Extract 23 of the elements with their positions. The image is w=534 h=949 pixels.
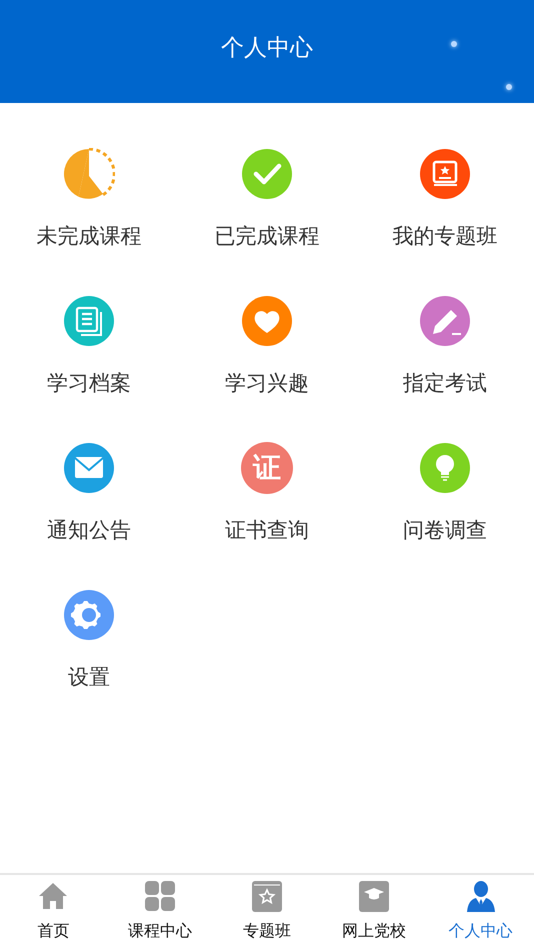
- person-icon: [464, 880, 497, 913]
- tab[interactable]: 个人中心: [427, 875, 534, 949]
- tab[interactable]: 专题班: [214, 875, 320, 949]
- book-icon: [250, 880, 283, 913]
- grid-icon: [144, 880, 176, 913]
- page-title: 个人中心: [221, 34, 313, 63]
- menu-item[interactable]: 设置: [68, 663, 110, 691]
- menu-item[interactable]: 学习档案: [47, 369, 131, 397]
- menu-item[interactable]: 我的专题班: [392, 222, 498, 250]
- sparkle-dot: [451, 41, 457, 47]
- menu-item[interactable]: 学习兴趣: [225, 369, 309, 397]
- tab[interactable]: 网上党校: [320, 875, 428, 949]
- tab[interactable]: 课程中心: [106, 875, 214, 949]
- sparkle-dot: [506, 84, 512, 90]
- menu-item[interactable]: 指定考试: [403, 369, 487, 397]
- menu-item[interactable]: 已完成课程: [214, 222, 320, 250]
- menu-item[interactable]: 通知公告: [47, 516, 131, 544]
- badge-icon: 证: [241, 442, 293, 494]
- menu-item[interactable]: 问卷调查: [403, 516, 487, 544]
- menu-item[interactable]: 未完成课程: [36, 222, 142, 250]
- graduation-cap-icon: [358, 880, 390, 913]
- menu-item[interactable]: 证书查询: [225, 516, 309, 544]
- tab[interactable]: 首页: [0, 875, 107, 949]
